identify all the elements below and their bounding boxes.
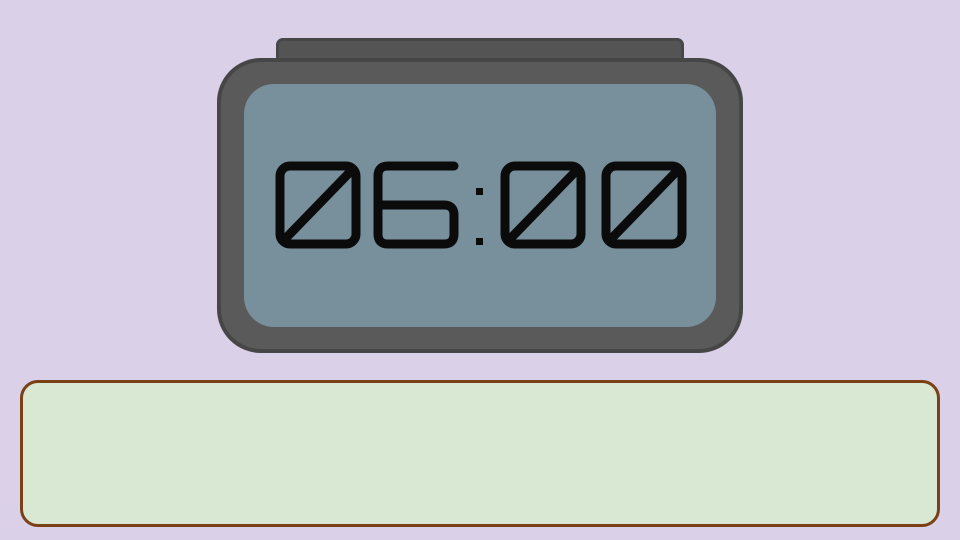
clock-digit	[275, 161, 361, 249]
clock-digit	[373, 161, 459, 249]
clock-digit	[500, 161, 586, 249]
answer-panel[interactable]	[20, 380, 940, 527]
clock-colon	[476, 188, 483, 245]
game-scene	[0, 0, 960, 540]
clock-digit	[601, 161, 687, 249]
